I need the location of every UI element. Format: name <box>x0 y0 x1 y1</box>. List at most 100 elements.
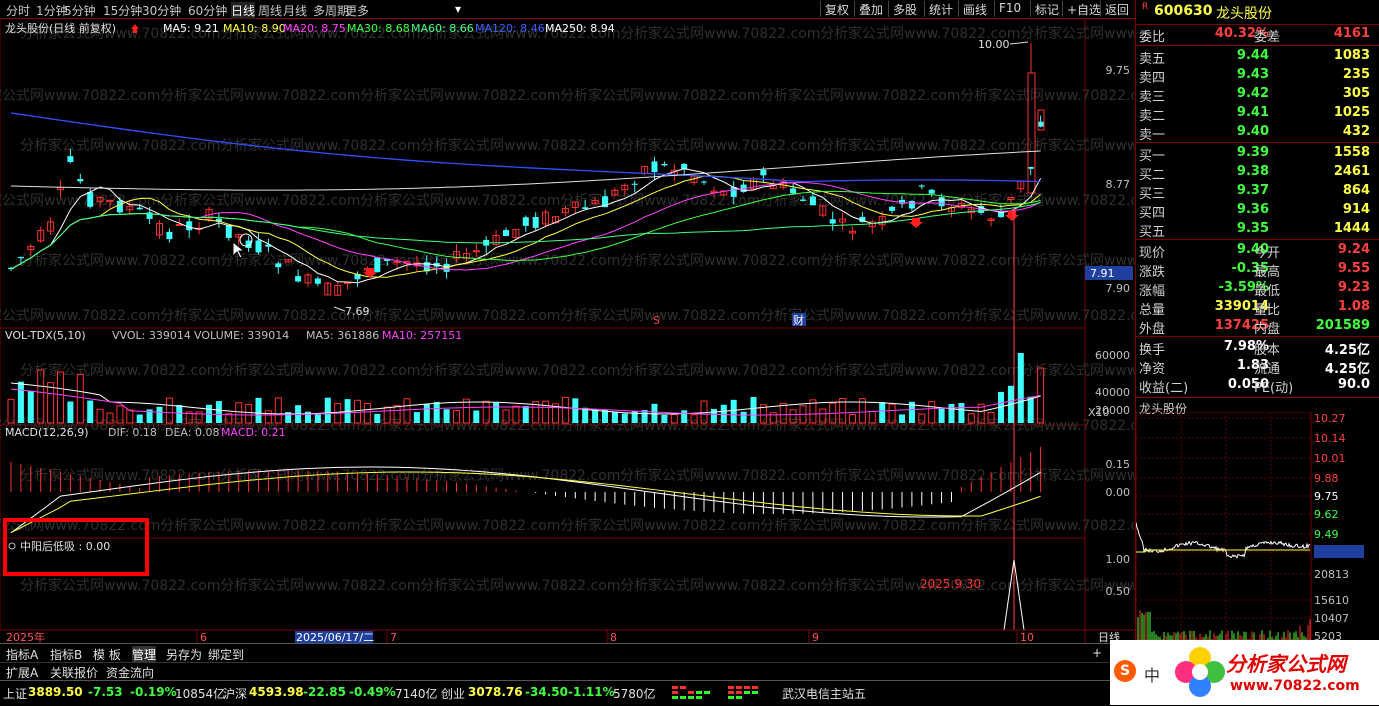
flower-icon <box>1175 647 1225 697</box>
indicator-tab-0[interactable]: 指标A <box>6 646 38 663</box>
buy-row-4[interactable]: 买四 9.36 914 <box>1136 201 1376 221</box>
stock-code: 600630 <box>1154 3 1213 19</box>
buy-row-5[interactable]: 买五 9.35 1444 <box>1136 220 1376 240</box>
watermark-text: 分析家公式网www.70822.com <box>960 517 1135 534</box>
period-tab-4[interactable]: 30分钟 <box>142 2 181 19</box>
indicator-tabs: 指标A指标B模 板管理另存为绑定到+- <box>0 643 1135 663</box>
watermark-text: 分析家公式网www.70822.com <box>820 137 1020 154</box>
watermark-text: 分析家公式网www.70822.com <box>420 577 620 594</box>
mini-axis-label: 9.88 <box>1314 472 1339 485</box>
buy-row-5-price: 9.35 <box>1236 221 1269 236</box>
buy-row-1[interactable]: 买一 9.39 1558 <box>1136 144 1376 164</box>
chart-area[interactable]: 分析家公式网www.70822.com 分析家公式网www.70822.com 分析… <box>0 17 1220 644</box>
candle-body <box>809 196 816 206</box>
watermark-text: 分析家公式网www.70822.com <box>20 467 220 484</box>
price-axis-label: 9.75 <box>1106 64 1131 77</box>
indicator-tab-1[interactable]: 指标B <box>50 646 82 663</box>
sz-change: -22.85 <box>303 685 346 699</box>
period-tab-10[interactable]: 更多 <box>345 2 369 19</box>
market-breadth-icon <box>672 686 758 699</box>
indicator-tab-3[interactable]: 管理 <box>132 646 157 663</box>
more-dropdown-icon[interactable]: ▾ <box>455 2 461 16</box>
indicator-tab-5[interactable]: 绑定到 <box>208 646 244 663</box>
watermark-text: 分析家公式网www.70822.com <box>760 517 960 534</box>
volume-bar <box>958 403 965 423</box>
watermark-text: 分析家公式网www.70822.com <box>220 467 420 484</box>
watermark-text: 分析家公式网www.70822.com <box>960 192 1135 209</box>
indicator-tab-2[interactable]: 模 板 <box>93 646 121 663</box>
sell-row-3[interactable]: 卖三 9.42 305 <box>1136 85 1376 105</box>
kline-chart[interactable]: 分析家公式网www.70822.com 分析家公式网www.70822.com 分析… <box>0 17 1220 644</box>
period-tab-2[interactable]: 5分钟 <box>64 2 96 19</box>
toolbar-button-4[interactable]: 画线 <box>958 1 987 17</box>
toolbar-button-6[interactable]: 标记 <box>1030 1 1059 17</box>
sell-row-2[interactable]: 卖二 9.41 1025 <box>1136 104 1376 124</box>
toolbar-button-2[interactable]: 多股 <box>888 1 917 17</box>
sell-row-5[interactable]: 卖五 9.44 1083 <box>1136 47 1376 67</box>
ext-tab-1[interactable]: 关联报价 <box>50 664 98 681</box>
volume-bar <box>473 410 480 423</box>
volume-bar <box>493 402 500 423</box>
weibi-row: 委比 40.32% 委差 4161 <box>1136 25 1376 45</box>
volume-unit: X10 <box>1088 406 1110 419</box>
fund-label-1a: 净资 <box>1139 362 1166 377</box>
watermark-text: 分析家公式网www.70822.com <box>620 467 820 484</box>
toolbar-button-1[interactable]: 叠加 <box>854 1 883 17</box>
period-tab-1[interactable]: 1分钟 <box>36 2 68 19</box>
volume-bar <box>1017 353 1024 423</box>
ext-tab-2[interactable]: 资金流向 <box>106 664 154 681</box>
volume-bar <box>255 397 262 423</box>
sell-row-4[interactable]: 卖四 9.43 235 <box>1136 66 1376 86</box>
index-status-bar: 上证 3889.50 -7.53 -0.19% 10854亿 沪深 4593.9… <box>0 680 1135 706</box>
cy-change: -34.50 <box>525 685 568 699</box>
intraday-mini-chart[interactable]: 10.2710.1410.019.889.759.629.499.3620813… <box>1136 412 1379 652</box>
sell-row-2-volume: 1025 <box>1333 105 1370 120</box>
site-logo: S 中 分析家公式网 www.70822.com <box>1110 640 1379 705</box>
watermark-text: 分析家公式网www.70822.com <box>560 87 760 104</box>
volume-bar <box>681 410 688 423</box>
buy-row-3[interactable]: 买三 9.37 864 <box>1136 182 1376 202</box>
sell-row-3-price: 9.42 <box>1236 86 1269 101</box>
stat-label-1b: 最高 <box>1254 265 1281 280</box>
toolbar-button-5[interactable]: F10 <box>994 1 1021 17</box>
macd-axis-label: 0.15 <box>1106 458 1131 471</box>
sell-row-2-label: 卖二 <box>1139 109 1166 124</box>
period-tab-7[interactable]: 周线 <box>258 2 282 19</box>
ext-tab-0[interactable]: 扩展A <box>6 664 38 681</box>
toolbar-button-7[interactable]: +自选 <box>1062 1 1101 17</box>
candle-body <box>87 192 94 207</box>
indicator-tab-4[interactable]: 另存为 <box>166 646 202 663</box>
toolbar-button-3[interactable]: 统计 <box>924 1 953 17</box>
buy-row-2[interactable]: 买二 9.38 2461 <box>1136 163 1376 183</box>
stat-label-4b: 内盘 <box>1254 322 1281 337</box>
cy-amount: 5780亿 <box>613 687 656 701</box>
chart-title: 龙头股份(日线 前复权) <box>5 21 116 35</box>
candle-body <box>77 179 84 182</box>
stat-value-1b: 9.55 <box>1337 261 1370 276</box>
high-price-label: 10.00 <box>978 38 1010 51</box>
quote-panel: R 600630 龙头股份 委比 40.32% 委差 4161 卖五 9.44 10… <box>1135 0 1379 705</box>
watermark-text: 分析家公式网www.70822.com <box>20 577 220 594</box>
server-site[interactable]: 武汉电信主站五 <box>782 685 866 702</box>
period-tab-5[interactable]: 60分钟 <box>188 2 227 19</box>
candle-body <box>918 185 925 187</box>
toolbar-button-0[interactable]: 复权 <box>820 1 849 17</box>
zoom-in-icon[interactable]: + <box>1092 646 1102 660</box>
mini-axis-label: 10.14 <box>1314 432 1346 445</box>
period-tab-9[interactable]: 多周期 <box>313 2 349 19</box>
period-tab-3[interactable]: 15分钟 <box>103 2 142 19</box>
toolbar-button-8[interactable]: 返回 <box>1100 1 1129 17</box>
sh-amount: 10854亿 <box>175 687 226 701</box>
buy-row-4-label: 买四 <box>1139 206 1166 221</box>
ma-legend-0: MA5: 9.21 <box>163 22 219 35</box>
vol-legend-1: VOLUME: 339014 <box>194 329 289 342</box>
watermark-text: 分析家公式网www.70822.com <box>820 252 1020 269</box>
weibi-label: 委比 <box>1139 30 1166 45</box>
period-tab-0[interactable]: 分时 <box>6 2 30 19</box>
period-tab-8[interactable]: 月线 <box>283 2 307 19</box>
buy-row-1-label: 买一 <box>1139 149 1166 164</box>
ime-indicator: 中 <box>1144 666 1161 685</box>
period-tab-6[interactable]: 日线 <box>231 2 256 19</box>
sell-row-1[interactable]: 卖一 9.40 432 <box>1136 123 1376 143</box>
watermark-text: 分析家公式网www.70822.com <box>620 252 820 269</box>
